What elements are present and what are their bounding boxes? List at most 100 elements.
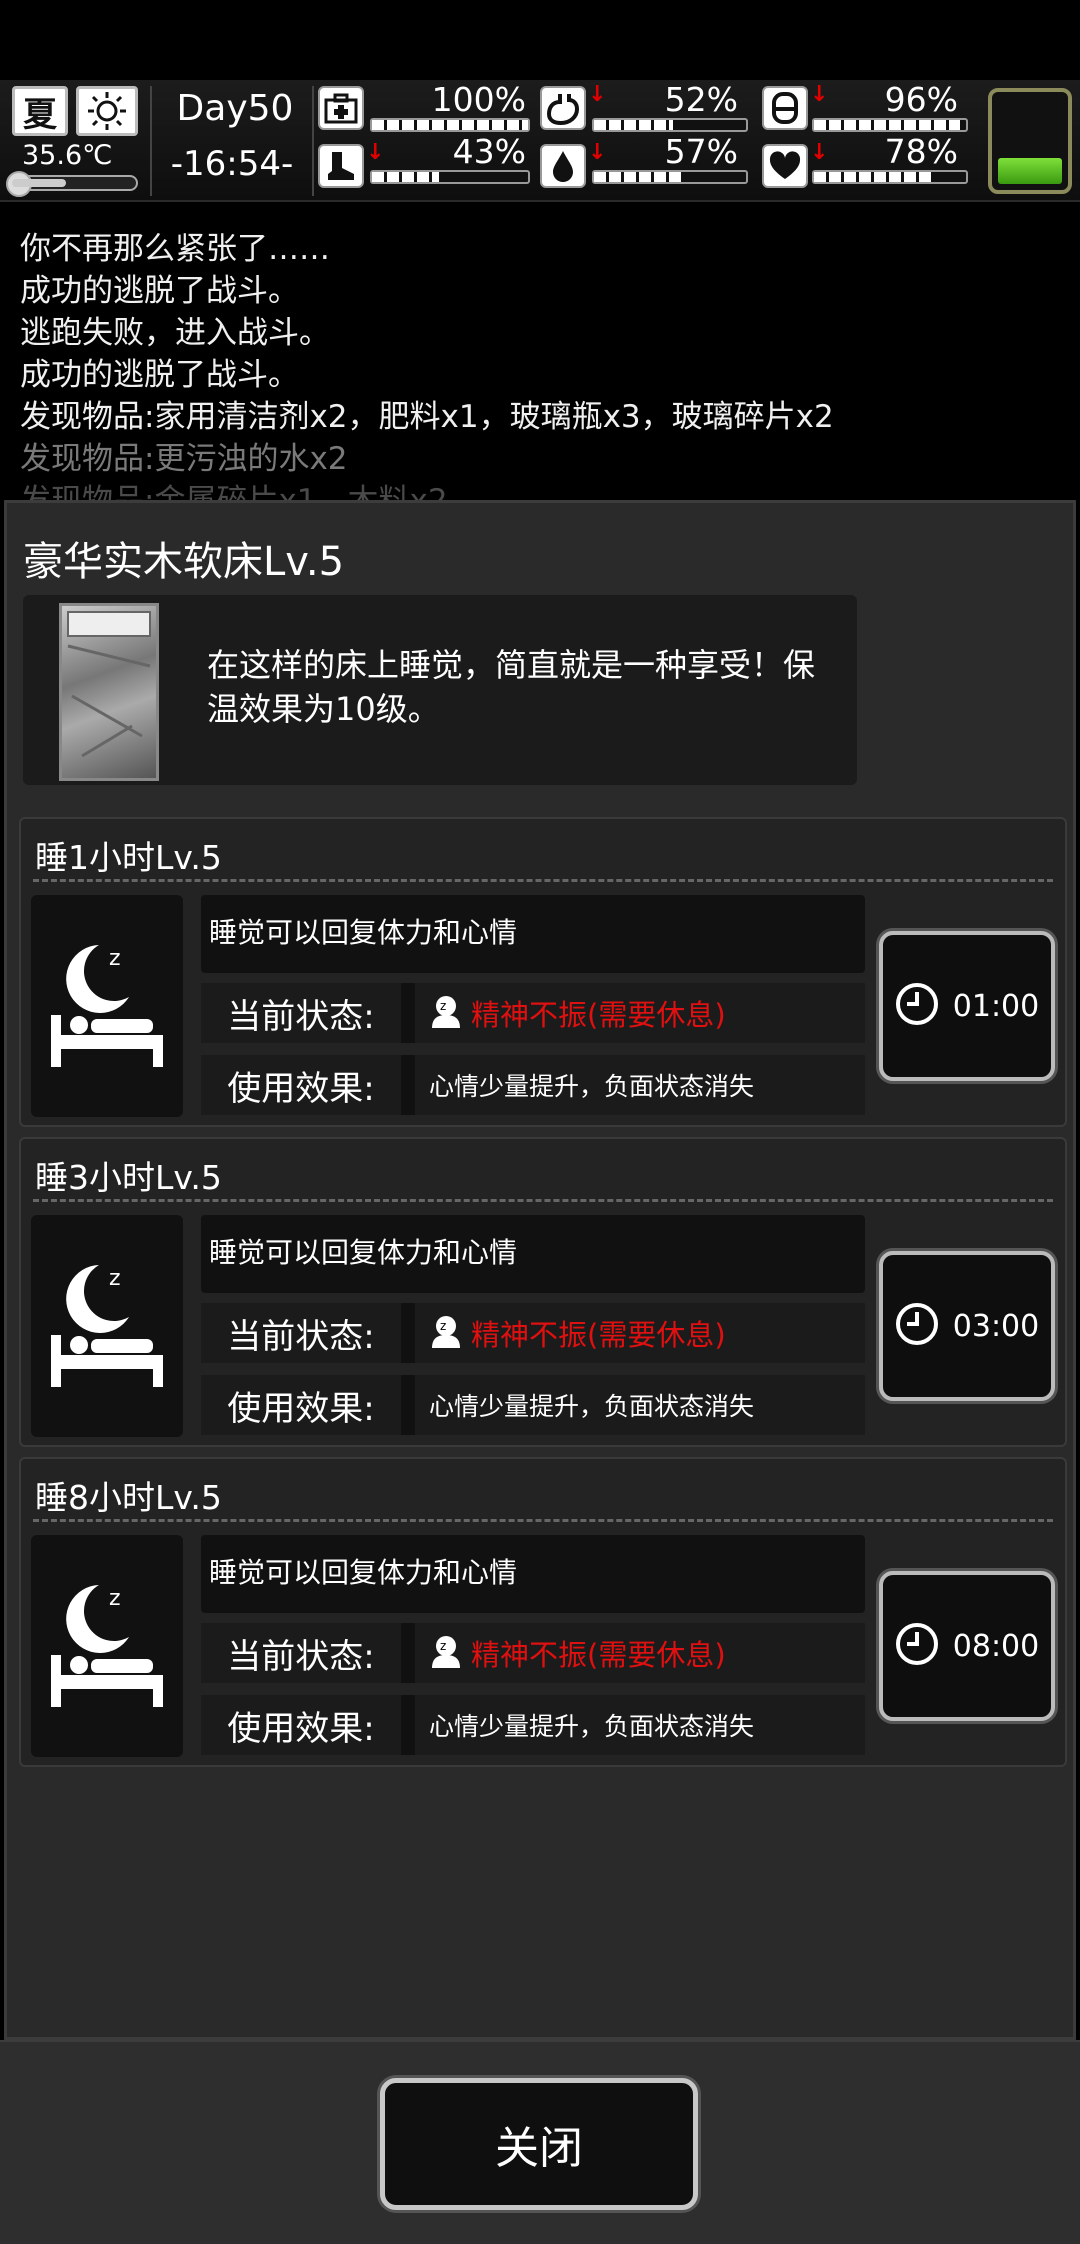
thermometer-bar — [6, 171, 138, 197]
game-clock: -16:54- — [170, 144, 294, 184]
stat-thirst-pct: 57% — [664, 132, 738, 171]
status-text: 精神不振(需要休息) — [471, 1638, 726, 1672]
dashed-divider — [33, 879, 1053, 882]
svg-text:z: z — [109, 946, 121, 971]
temperature-value: 35.6℃ — [22, 140, 113, 171]
stat-hunger-pct: 52% — [664, 80, 738, 119]
sleepy-face-icon: z — [429, 1634, 463, 1672]
svg-text:z: z — [440, 999, 446, 1013]
log-line: 逃跑失败，进入战斗。 — [20, 315, 330, 351]
sleep-duration: 01:00 — [952, 988, 1040, 1024]
hud-divider — [150, 86, 152, 196]
status-label: 当前状态: — [201, 983, 401, 1043]
log-line: 发现物品:更污浊的水x2 — [20, 441, 348, 477]
heart-icon — [762, 144, 808, 188]
effect-text: 心情少量提升，负面状态消失 — [429, 1392, 755, 1421]
status-text: 精神不振(需要休息) — [471, 1318, 726, 1352]
sleep-option: 睡3小时Lv.5 z 睡觉可以回复体力和心情 当前状态: z 精神不振(需要休息… — [19, 1137, 1067, 1447]
stat-hunger-bar — [592, 118, 748, 132]
down-arrow-icon: ↓ — [366, 140, 385, 165]
dashed-divider — [33, 1199, 1053, 1202]
close-button[interactable]: 关闭 — [380, 2078, 698, 2210]
message-log: 你不再那么紧张了…… 成功的逃脱了战斗。 逃跑失败，进入战斗。 成功的逃脱了战斗… — [0, 202, 1080, 500]
stat-bladder-bar — [812, 118, 968, 132]
sleep-option: 睡8小时Lv.5 z 睡觉可以回复体力和心情 当前状态: z 精神不振(需要休息… — [19, 1457, 1067, 1767]
stat-thirst-bar — [592, 170, 748, 184]
status-text: 精神不振(需要休息) — [471, 998, 726, 1032]
sleepy-face-icon: z — [429, 994, 463, 1032]
log-line: 成功的逃脱了战斗。 — [20, 357, 299, 393]
down-arrow-icon: ↓ — [588, 140, 607, 165]
effect-value-cell: 心情少量提升，负面状态消失 — [415, 1695, 865, 1755]
hud-bar: 夏 35.6℃ Day50 -16:54- 100% ↓ 52% ↓ 96% ↓… — [0, 80, 1080, 202]
log-line: 你不再那么紧张了…… — [20, 231, 330, 267]
stomach-icon — [540, 86, 586, 130]
option-description: 睡觉可以回复体力和心情 — [201, 1215, 865, 1293]
footer-bar: 关闭 — [0, 2040, 1080, 2244]
log-line: 成功的逃脱了战斗。 — [20, 273, 299, 309]
system-status-bar — [0, 0, 1080, 80]
clock-icon — [895, 1302, 939, 1350]
sleep-option: 睡1小时Lv.5 z 睡觉可以回复体力和心情 当前状态: z 精神不振(需要休息… — [19, 817, 1067, 1127]
option-title: 睡8小时Lv.5 — [35, 1478, 222, 1517]
log-line: 发现物品:家用清洁剂x2，肥料x1，玻璃瓶x3，玻璃碎片x2 — [20, 399, 834, 435]
down-arrow-icon: ↓ — [810, 82, 829, 107]
season-indicator: 夏 — [12, 86, 68, 136]
stat-stamina-bar — [370, 170, 530, 184]
option-description: 睡觉可以回复体力和心情 — [201, 1535, 865, 1613]
sleep-3h-button[interactable]: 03:00 — [879, 1251, 1055, 1401]
effect-value-cell: 心情少量提升，负面状态消失 — [415, 1055, 865, 1115]
stat-stamina-pct: 43% — [452, 132, 526, 171]
sleep-8h-button[interactable]: 08:00 — [879, 1571, 1055, 1721]
effect-label: 使用效果: — [201, 1375, 401, 1435]
water-drop-icon — [540, 144, 586, 188]
hud-divider — [312, 86, 314, 196]
effect-text: 心情少量提升，负面状态消失 — [429, 1072, 755, 1101]
effect-text: 心情少量提升，负面状态消失 — [429, 1712, 755, 1741]
battery-icon — [988, 88, 1072, 194]
log-line: 发现物品:金属碎片x1，木料x2 — [20, 480, 1060, 500]
sleep-duration: 08:00 — [952, 1628, 1040, 1664]
bed-image — [59, 603, 159, 781]
stat-health-pct: 100% — [431, 80, 526, 119]
down-arrow-icon: ↓ — [810, 140, 829, 165]
bladder-icon — [762, 86, 808, 130]
effect-label: 使用效果: — [201, 1695, 401, 1755]
effect-row: 使用效果: 心情少量提升，负面状态消失 — [201, 1055, 865, 1115]
thermometer-fill — [12, 179, 66, 187]
svg-text:z: z — [440, 1639, 446, 1653]
stat-health-bar — [370, 118, 530, 132]
effect-row: 使用效果: 心情少量提升，负面状态消失 — [201, 1375, 865, 1435]
svg-text:z: z — [109, 1266, 121, 1291]
status-row: 当前状态: z 精神不振(需要休息) — [201, 1623, 865, 1683]
clock-icon — [895, 1622, 939, 1670]
status-value-cell: z 精神不振(需要休息) — [415, 1623, 865, 1683]
stat-mood-pct: 78% — [884, 132, 958, 171]
effect-value-cell: 心情少量提升，负面状态消失 — [415, 1375, 865, 1435]
boot-icon — [318, 144, 364, 188]
day-counter: Day50 — [176, 88, 294, 129]
option-description: 睡觉可以回复体力和心情 — [201, 895, 865, 973]
sleep-1h-button[interactable]: 01:00 — [879, 931, 1055, 1081]
clock-icon — [895, 982, 939, 1030]
option-title: 睡3小时Lv.5 — [35, 1158, 222, 1197]
item-description: 在这样的床上睡觉，简直就是一种享受！保温效果为10级。 — [207, 646, 816, 728]
status-label: 当前状态: — [201, 1303, 401, 1363]
status-value-cell: z 精神不振(需要休息) — [415, 1303, 865, 1363]
item-title: 豪华实木软床Lv.5 — [23, 539, 345, 585]
status-value-cell: z 精神不振(需要休息) — [415, 983, 865, 1043]
sleep-bed-icon: z — [31, 1215, 183, 1437]
stat-bladder-pct: 96% — [884, 80, 958, 119]
svg-text:z: z — [440, 1319, 446, 1333]
dashed-divider — [33, 1519, 1053, 1522]
effect-row: 使用效果: 心情少量提升，负面状态消失 — [201, 1695, 865, 1755]
effect-label: 使用效果: — [201, 1055, 401, 1115]
medkit-icon — [318, 86, 364, 130]
status-row: 当前状态: z 精神不振(需要休息) — [201, 1303, 865, 1363]
sleepy-face-icon: z — [429, 1314, 463, 1352]
down-arrow-icon: ↓ — [588, 82, 607, 107]
sleep-bed-icon: z — [31, 895, 183, 1117]
sleep-bed-icon: z — [31, 1535, 183, 1757]
sleep-duration: 03:00 — [952, 1308, 1040, 1344]
bed-panel: 豪华实木软床Lv.5 在这样的床上睡觉，简直就是一种享受！保温效果为10级。 睡… — [4, 500, 1076, 2040]
